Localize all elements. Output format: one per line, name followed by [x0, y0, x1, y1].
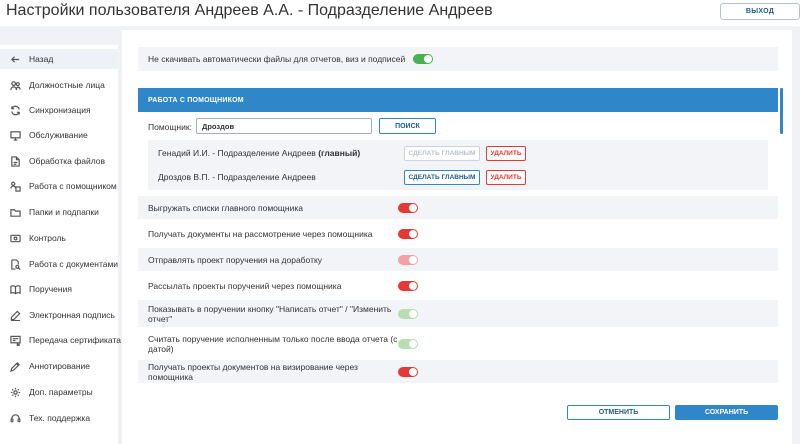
sidebar-item-extra-params[interactable]: Доп. параметры — [0, 382, 118, 402]
setting-toggle[interactable] — [398, 202, 418, 213]
sidebar-item-label: Работа с помощником — [29, 181, 117, 191]
sidebar-item-label: Обработка файлов — [29, 156, 105, 166]
setting-row: Рассылать проекты поручений через помощн… — [138, 274, 778, 297]
users-icon — [9, 79, 21, 91]
assistant-row: Генадий И.И. - Подразделение Андреев (гл… — [148, 142, 768, 164]
file-process-icon — [9, 155, 21, 167]
sidebar-item-file-processing[interactable]: Обработка файлов — [0, 151, 118, 171]
assistant-list: Генадий И.И. - Подразделение Андреев (гл… — [148, 140, 768, 190]
make-main-button[interactable]: СДЕЛАТЬ ГЛАВНЫМ — [404, 169, 480, 185]
assistant-row: Дроздов В.П. - Подразделение Андреев СДЕ… — [148, 166, 768, 188]
setting-label: Считать поручение исполненным только пос… — [148, 333, 398, 354]
sidebar-item-label: Папки и подпапки — [29, 207, 99, 217]
setting-label: Выгружать списки главного помощника — [148, 202, 303, 213]
sync-icon — [9, 104, 21, 116]
sidebar-item-sync[interactable]: Синхронизация — [0, 100, 118, 120]
header-bar: Настройки пользователя Андреев А.А. - По… — [0, 0, 800, 26]
sidebar-item-label: Передача сертификата — [29, 335, 121, 345]
gear-icon — [9, 386, 21, 398]
sidebar-item-label: Доп. параметры — [29, 387, 93, 397]
sidebar-item-officials[interactable]: Должностные лица — [0, 75, 118, 95]
sidebar-item-label: Тех. поддержка — [29, 413, 91, 423]
sidebar-item-support[interactable]: Тех. поддержка — [0, 408, 118, 428]
setting-label: Получать документы на рассмотрение через… — [148, 228, 373, 239]
main-assistant-tag: (главный) — [318, 148, 361, 158]
document-search-icon — [9, 258, 21, 270]
pen-icon — [9, 309, 21, 321]
sidebar-item-label: Синхронизация — [29, 105, 91, 115]
search-button[interactable]: ПОИСК — [379, 118, 436, 134]
sidebar-item-folders[interactable]: Папки и подпапки — [0, 202, 118, 222]
setting-label: Показывать в поручении кнопку "Написать … — [148, 303, 392, 324]
sidebar-item-label: Должностные лица — [29, 80, 105, 90]
assistant-name: Генадий И.И. - Подразделение Андреев (гл… — [158, 148, 361, 158]
setting-toggle[interactable] — [398, 338, 418, 349]
assistant-name: Дроздов В.П. - Подразделение Андреев — [158, 172, 316, 182]
save-button[interactable]: СОХРАНИТЬ — [675, 405, 778, 420]
make-main-button[interactable]: СДЕЛАТЬ ГЛАВНЫМ — [404, 145, 480, 161]
setting-toggle[interactable] — [398, 254, 418, 265]
setting-toggle[interactable] — [398, 228, 418, 239]
setting-row: Показывать в поручении кнопку "Написать … — [138, 300, 778, 327]
setting-row: Получать документы на рассмотрение через… — [138, 222, 778, 245]
support-icon — [9, 412, 21, 424]
logout-button[interactable]: ВЫХОД — [720, 3, 800, 20]
setting-label: Не скачивать автоматически файлы для отч… — [148, 54, 406, 64]
sidebar-item-assistant[interactable]: Работа с помощником — [0, 176, 118, 196]
annotation-icon — [9, 360, 21, 372]
sidebar-item-e-signature[interactable]: Электронная подпись — [0, 305, 118, 325]
sidebar-item-label: Обслуживание — [29, 130, 88, 140]
setting-toggle[interactable] — [398, 366, 418, 377]
folder-icon — [9, 206, 21, 218]
assistant-icon — [9, 180, 21, 192]
sidebar-item-documents[interactable]: Работа с документами — [0, 254, 118, 274]
sidebar-item-label: Электронная подпись — [29, 310, 115, 320]
book-icon — [9, 283, 21, 295]
setting-row-no-autodownload: Не скачивать автоматически файлы для отч… — [138, 47, 778, 71]
sidebar-item-label: Контроль — [29, 233, 66, 243]
setting-toggle[interactable] — [398, 280, 418, 291]
sidebar: Назад Должностные лица Синхронизация Обс… — [0, 45, 121, 444]
monitor-icon — [9, 129, 21, 141]
assistant-label: Помощник: — [148, 122, 192, 132]
sidebar-item-label: Поручения — [29, 284, 72, 294]
setting-row: Отправлять проект поручения на доработку — [138, 248, 778, 271]
delete-assistant-button[interactable]: УДАЛИТЬ — [486, 169, 526, 185]
certificate-icon — [9, 334, 21, 346]
assistant-search-input[interactable]: Дроздов — [196, 118, 372, 134]
setting-row: Выгружать списки главного помощника — [138, 196, 778, 219]
vertical-scrollbar[interactable] — [780, 88, 783, 134]
sidebar-item-certificate[interactable]: Передача сертификата — [0, 330, 121, 350]
sidebar-item-back[interactable]: Назад — [0, 49, 118, 69]
sidebar-item-label: Работа с документами — [29, 259, 119, 269]
setting-label: Отправлять проект поручения на доработку — [148, 254, 323, 265]
section-header-assistant: РАБОТА С ПОМОЩНИКОМ — [138, 88, 778, 112]
setting-label: Получать проекты документов на визирован… — [148, 361, 358, 382]
arrow-left-icon — [9, 53, 21, 65]
sidebar-item-maintenance[interactable]: Обслуживание — [0, 125, 118, 145]
eye-icon — [9, 232, 21, 244]
sidebar-item-assignments[interactable]: Поручения — [0, 279, 118, 299]
setting-label: Рассылать проекты поручений через помощн… — [148, 280, 342, 291]
setting-row: Получать проекты документов на визирован… — [138, 360, 778, 383]
setting-toggle[interactable] — [413, 54, 434, 64]
sidebar-item-label: Назад — [29, 54, 54, 64]
page-title: Настройки пользователя Андреев А.А. - По… — [6, 2, 493, 19]
sidebar-item-label: Аннотирование — [29, 361, 91, 371]
settings-panel: Не скачивать автоматически файлы для отч… — [122, 30, 792, 444]
sidebar-item-annotation[interactable]: Аннотирование — [0, 356, 118, 376]
cancel-button[interactable]: ОТМЕНИТЬ — [567, 405, 670, 420]
delete-assistant-button[interactable]: УДАЛИТЬ — [486, 145, 526, 161]
setting-row: Считать поручение исполненным только пос… — [138, 330, 778, 357]
sidebar-item-control[interactable]: Контроль — [0, 228, 118, 248]
setting-toggle[interactable] — [398, 308, 418, 319]
